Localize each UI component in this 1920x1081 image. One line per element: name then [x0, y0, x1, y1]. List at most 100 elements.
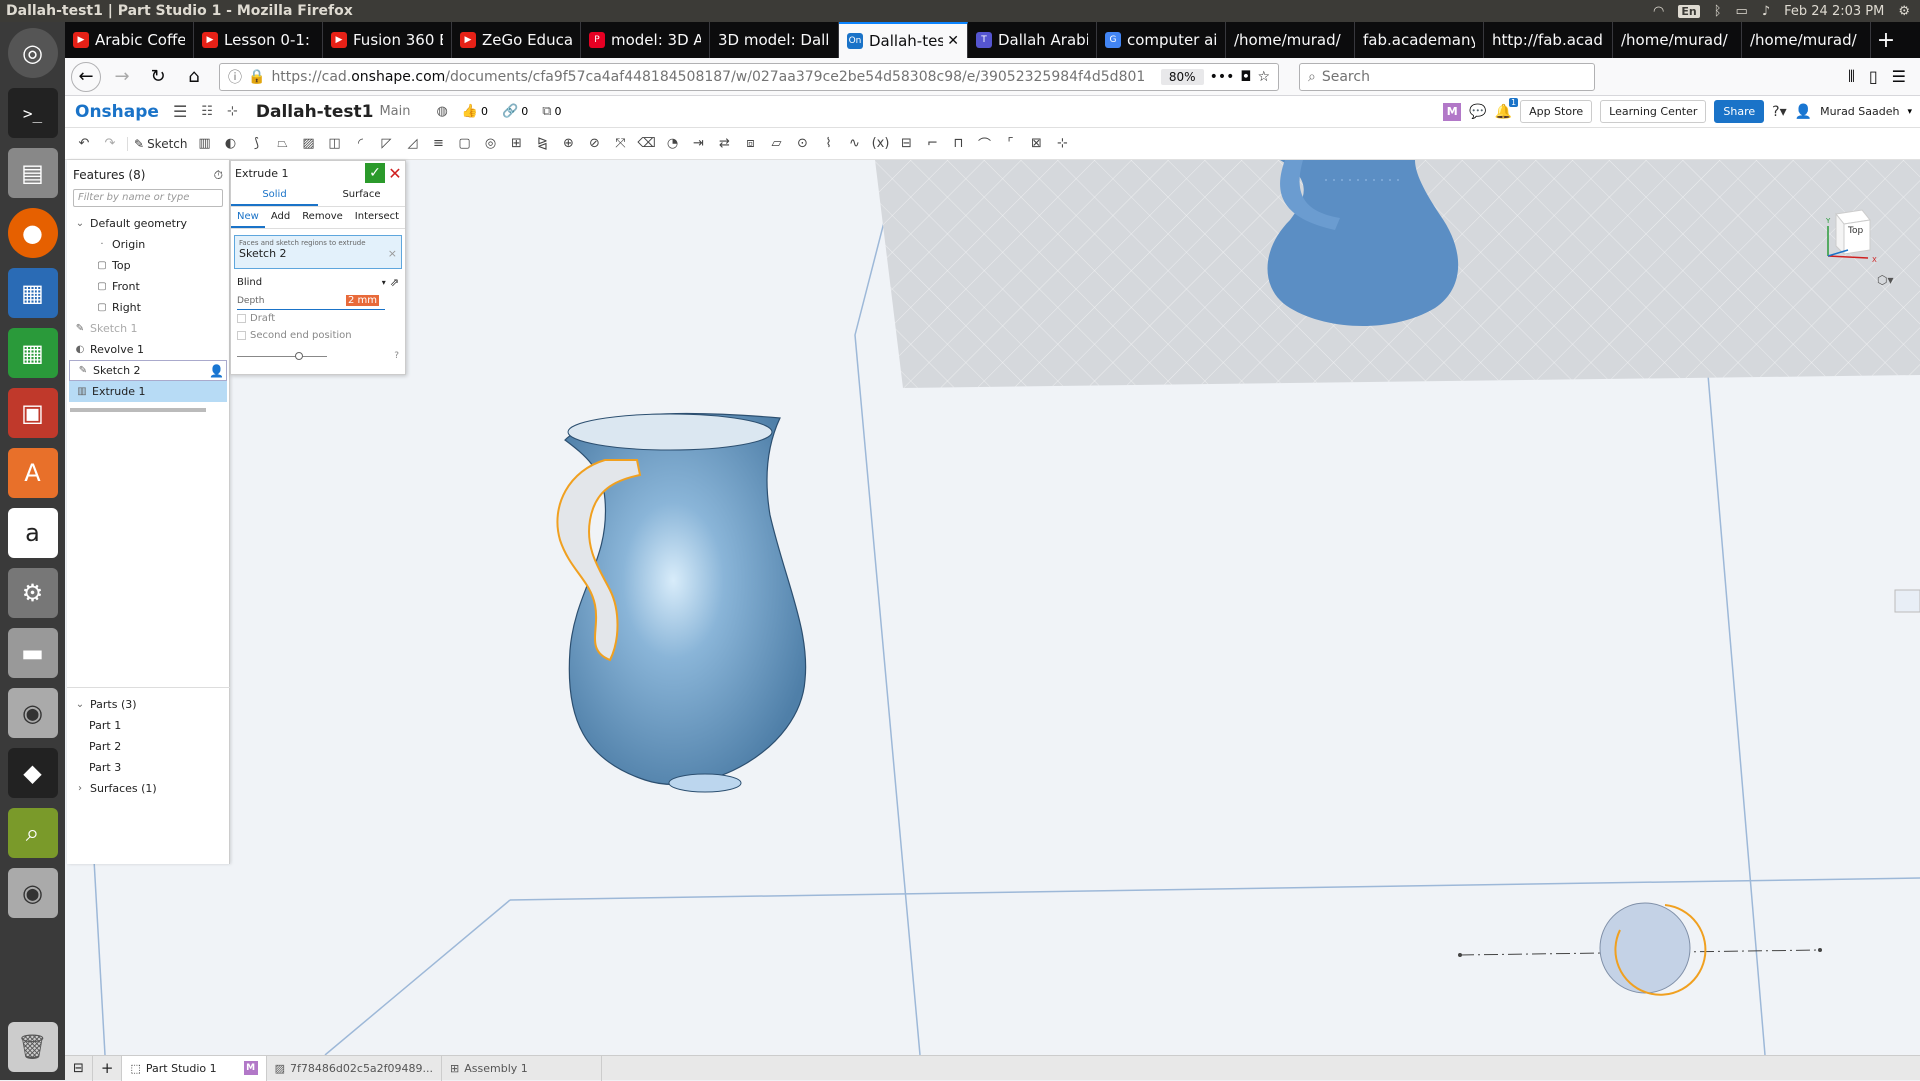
- modify-fillet-tool-icon[interactable]: ◔: [664, 135, 682, 153]
- jug-base-hole[interactable]: [668, 773, 742, 793]
- browser-tab[interactable]: ▶ Lesson 0-1: T: [194, 22, 323, 58]
- wifi-icon[interactable]: ◠: [1653, 4, 1664, 19]
- op-intersect[interactable]: Intersect: [349, 207, 405, 228]
- disk-icon[interactable]: ▬: [7, 628, 58, 678]
- browser-tab[interactable]: 3D model: Dalla: [710, 22, 839, 58]
- home-button[interactable]: ⌂: [179, 62, 209, 92]
- browser-tab[interactable]: /home/murad/: [1613, 22, 1742, 58]
- new-tab-button[interactable]: +: [1871, 22, 1901, 58]
- user-menu-chevron-icon[interactable]: ▾: [1907, 107, 1912, 117]
- url-bar[interactable]: ⓘ 🔒 https://cad.onshape.com/documents/cf…: [219, 62, 1279, 91]
- faces-selection-box[interactable]: Faces and sketch regions to extrude Sket…: [234, 235, 402, 269]
- onshape-logo[interactable]: Onshape: [65, 102, 159, 122]
- feature-extrude-1[interactable]: ▥ Extrude 1: [69, 381, 227, 402]
- clock[interactable]: Feb 24 2:03 PM: [1784, 4, 1884, 19]
- browser-tab[interactable]: /home/murad/: [1226, 22, 1355, 58]
- like-icon[interactable]: 👍: [462, 104, 478, 119]
- browser-tab[interactable]: http://fab.acad: [1484, 22, 1613, 58]
- share-button[interactable]: Share: [1714, 100, 1765, 123]
- inkscape-icon[interactable]: ◆: [7, 748, 58, 798]
- plane-tool-icon[interactable]: ▱: [768, 135, 786, 153]
- op-add[interactable]: Add: [265, 207, 296, 228]
- draft-tool-icon[interactable]: ◿: [404, 135, 422, 153]
- view-cube[interactable]: X Y Top: [1818, 206, 1878, 264]
- default-geometry-folder[interactable]: ⌄ Default geometry: [67, 213, 229, 234]
- bookmark-star-icon[interactable]: ☆: [1257, 69, 1278, 85]
- volume-icon[interactable]: ♪: [1762, 4, 1770, 19]
- end-type-select[interactable]: Blind ▾ ⇗: [231, 273, 405, 292]
- browser-tab[interactable]: ▶ Arabic Coffe: [65, 22, 194, 58]
- browser-tab[interactable]: On Dallah-tes ✕: [839, 22, 968, 58]
- battery-icon[interactable]: ▭: [1736, 4, 1748, 19]
- language-indicator[interactable]: En: [1678, 4, 1700, 18]
- draft-option[interactable]: Draft: [231, 310, 405, 327]
- hole-tool-icon[interactable]: ◎: [482, 135, 500, 153]
- add-tab-icon[interactable]: +: [93, 1055, 123, 1081]
- enclose-tool-icon[interactable]: ◫: [326, 135, 344, 153]
- forward-button[interactable]: →: [107, 62, 137, 92]
- screenshot-icon[interactable]: ◉: [7, 868, 58, 918]
- back-button[interactable]: ←: [71, 61, 101, 92]
- browser-tab[interactable]: fab.academany: [1355, 22, 1484, 58]
- pocket-icon[interactable]: ◘: [1240, 69, 1251, 85]
- user-name[interactable]: Murad Saadeh: [1820, 105, 1899, 118]
- firefox-icon[interactable]: ●: [7, 208, 58, 258]
- browser-tab[interactable]: ▶ Fusion 360 E: [323, 22, 452, 58]
- tab-tool-icon[interactable]: ⊓: [950, 135, 968, 153]
- thicken-tool-icon[interactable]: ▨: [300, 135, 318, 153]
- calc-icon[interactable]: ▦: [7, 328, 58, 378]
- finish-sheet-tool-icon[interactable]: ⊠: [1028, 135, 1046, 153]
- corner-tool-icon[interactable]: ⌜: [1002, 135, 1020, 153]
- draft-checkbox[interactable]: [237, 314, 246, 323]
- delete-part-tool-icon[interactable]: ⌫: [637, 135, 655, 153]
- sheet-metal-tool-icon[interactable]: ⊟: [898, 135, 916, 153]
- dash-icon[interactable]: ◎: [7, 28, 58, 78]
- rollback-bar[interactable]: [70, 408, 206, 412]
- accept-checkmark-icon[interactable]: ✓: [365, 163, 385, 183]
- search-input[interactable]: ⌕ Search: [1299, 62, 1595, 91]
- curve-tool-icon[interactable]: ∿: [846, 135, 864, 153]
- software-center-icon[interactable]: A: [7, 448, 58, 498]
- op-new[interactable]: New: [231, 207, 265, 228]
- feature-sketch-2[interactable]: ✎ Sketch 2 👤: [69, 360, 227, 381]
- terminal-icon[interactable]: >_: [7, 88, 58, 138]
- tab-solid[interactable]: Solid: [231, 185, 318, 206]
- display-mode-icon[interactable]: ⬡▾: [1877, 273, 1894, 287]
- chevron-down-icon[interactable]: ⌄: [75, 699, 85, 710]
- tab-assembly-1[interactable]: ⊞ Assembly 1: [442, 1055, 603, 1081]
- sweep-tool-icon[interactable]: ⟆: [248, 135, 266, 153]
- part-1[interactable]: Part 1: [67, 715, 230, 736]
- second-end-checkbox[interactable]: [237, 331, 246, 340]
- browser-tab[interactable]: Pmodel: 3D Ar: [581, 22, 710, 58]
- feature-list-icon[interactable]: ☷: [201, 104, 213, 119]
- variable-tool-icon[interactable]: (x): [872, 135, 890, 153]
- library-icon[interactable]: ⫴: [1848, 67, 1855, 87]
- depth-field[interactable]: Depth 2 mm: [237, 292, 385, 310]
- copy-icon[interactable]: ⧉: [542, 104, 551, 119]
- document-name[interactable]: Dallah-test1: [256, 102, 374, 122]
- reload-button[interactable]: ↻: [143, 62, 173, 92]
- mate-connector-tool-icon[interactable]: ⊙: [794, 135, 812, 153]
- camera-icon[interactable]: ◉: [7, 688, 58, 738]
- parts-folder[interactable]: ⌄ Parts (3): [67, 694, 230, 715]
- feature-top-plane[interactable]: ▢ Top: [67, 255, 229, 276]
- help-icon[interactable]: ?: [394, 351, 399, 361]
- second-end-option[interactable]: Second end position: [231, 327, 405, 344]
- transform-tool-icon[interactable]: ⤧: [612, 135, 630, 153]
- split-tool-icon[interactable]: ⊘: [586, 135, 604, 153]
- dropdown-chevron-icon[interactable]: ▾: [382, 278, 386, 287]
- add-custom-feature-icon[interactable]: ⊹: [1054, 135, 1072, 153]
- redo-icon[interactable]: ↷: [101, 135, 119, 153]
- branch-name[interactable]: Main: [379, 104, 410, 119]
- replace-face-tool-icon[interactable]: ⇄: [716, 135, 734, 153]
- flip-direction-icon[interactable]: ⇗: [390, 276, 399, 289]
- close-tab-icon[interactable]: ✕: [947, 33, 959, 49]
- pattern-tool-icon[interactable]: ⊞: [508, 135, 526, 153]
- image-viewer-icon[interactable]: ⌕: [7, 808, 58, 858]
- flange-tool-icon[interactable]: ⌐: [924, 135, 942, 153]
- offset-surface-tool-icon[interactable]: ⧈: [742, 135, 760, 153]
- depth-value[interactable]: 2 mm: [345, 295, 379, 306]
- link-icon[interactable]: 🔗: [502, 104, 518, 119]
- history-icon[interactable]: ⏱: [214, 168, 223, 183]
- mirror-tool-icon[interactable]: ⧎: [534, 135, 552, 153]
